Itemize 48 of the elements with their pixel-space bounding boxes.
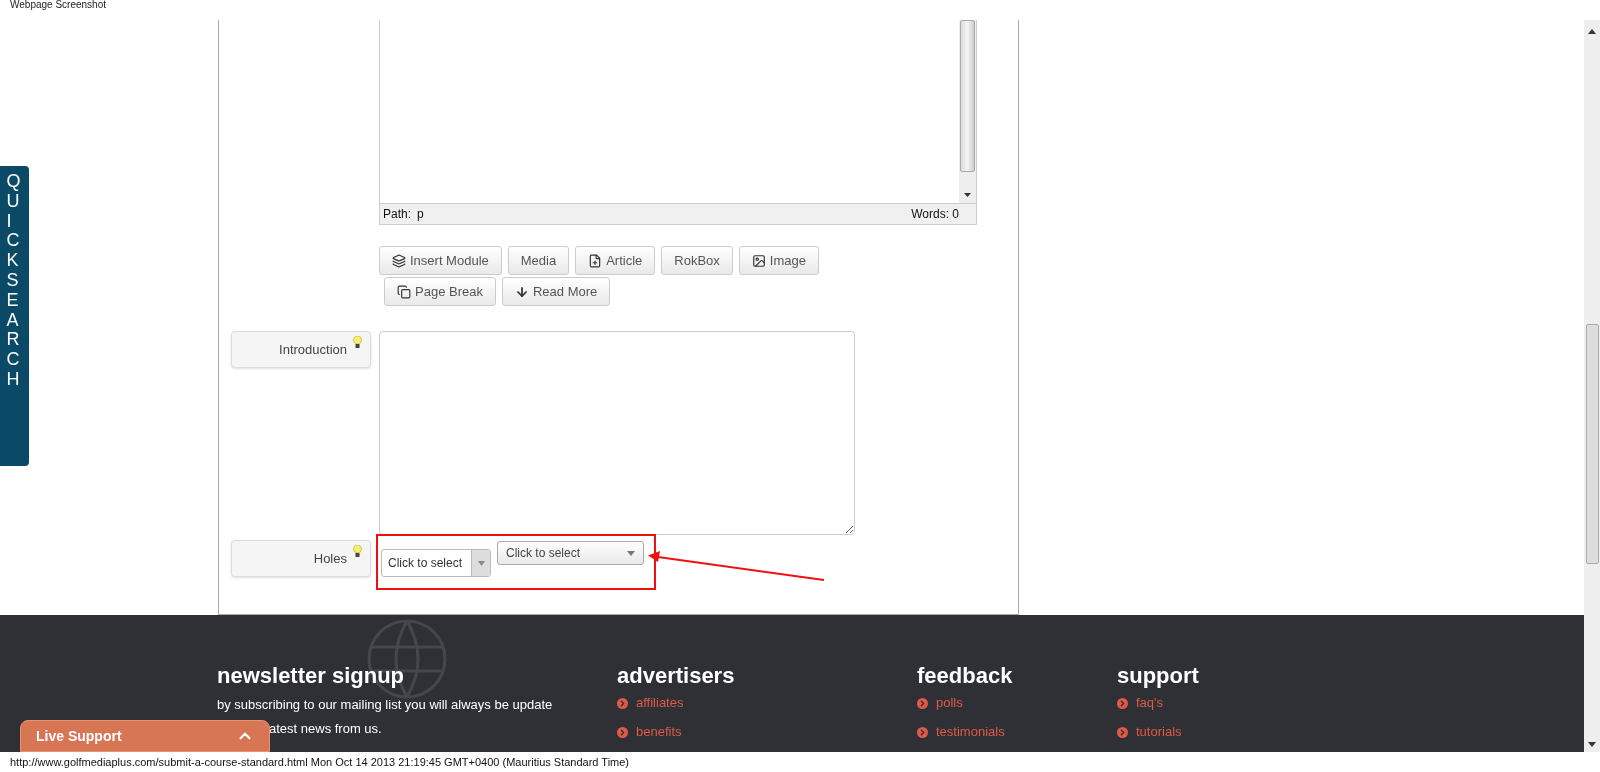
- status-line: http://www.golfmediaplus.com/submit-a-course-standard.html Mon Oct 14 2013 21:19:45 GMT+0400 (Mauritius Standard Time): [10, 755, 630, 769]
- select-dropdown[interactable]: Click to select: [497, 541, 644, 565]
- scroll-down-icon[interactable]: [964, 193, 971, 197]
- footer-heading: newsletter signup: [217, 663, 406, 689]
- editor-button[interactable]: Article: [575, 246, 656, 275]
- image-icon: [751, 253, 766, 268]
- chevron-circle-icon: [917, 697, 928, 709]
- page-scrollbar[interactable]: [1584, 20, 1600, 752]
- file-plus-icon: [588, 253, 603, 268]
- chevron-circle-icon: [617, 726, 628, 738]
- lightbulb-icon: [353, 336, 362, 348]
- footer-link[interactable]: testimonials: [917, 724, 1005, 740]
- field-label-text: Holes: [313, 549, 347, 568]
- footer-link[interactable]: faq's: [1117, 695, 1164, 711]
- copy-icon: [397, 284, 411, 299]
- editor-button[interactable]: Page Break: [384, 277, 496, 306]
- editor-button[interactable]: Read More: [501, 277, 611, 306]
- footer-text: atest news from us.: [269, 720, 382, 737]
- footer-text: by subscribing to our mailing list you will always be update: [217, 696, 553, 713]
- footer-heading: feedback: [917, 663, 1014, 689]
- lightbulb-icon: [353, 545, 362, 557]
- scroll-up-icon[interactable]: [1588, 29, 1596, 34]
- scroll-down-icon[interactable]: [1588, 742, 1596, 747]
- chevron-circle-icon: [1117, 726, 1128, 738]
- editor-button[interactable]: RokBox: [661, 246, 733, 275]
- stacked-pages-icon: [392, 253, 406, 268]
- scrollbar[interactable]: [959, 20, 976, 203]
- chevron-circle-icon: [917, 726, 928, 738]
- footer-heading: support: [1117, 663, 1200, 689]
- quick-search-tab[interactable]: QUICK SEARCH: [0, 166, 29, 466]
- path-label: Path:: [383, 206, 412, 223]
- chevron-circle-icon: [617, 697, 628, 709]
- editor-button[interactable]: Image: [738, 246, 819, 275]
- footer-heading: advertisers: [617, 663, 736, 689]
- path-value: p: [417, 206, 424, 223]
- chevron-circle-icon: [1117, 697, 1128, 709]
- field-label-text: Introduction: [279, 340, 347, 359]
- select-dropdown[interactable]: Click to select: [381, 549, 491, 577]
- editor-button[interactable]: Insert Module: [379, 246, 502, 275]
- window-title: Webpage Screenshot: [10, 0, 106, 10]
- footer-link[interactable]: affiliates: [617, 695, 684, 711]
- footer-link[interactable]: polls: [917, 695, 963, 711]
- caret-icon: [627, 550, 635, 556]
- editor-button[interactable]: Media: [507, 246, 570, 275]
- footer-link[interactable]: tutorials: [1117, 724, 1182, 740]
- footer-link[interactable]: benefits: [617, 724, 682, 740]
- caret-icon: [477, 560, 485, 566]
- word-count: Words: 0: [911, 206, 959, 223]
